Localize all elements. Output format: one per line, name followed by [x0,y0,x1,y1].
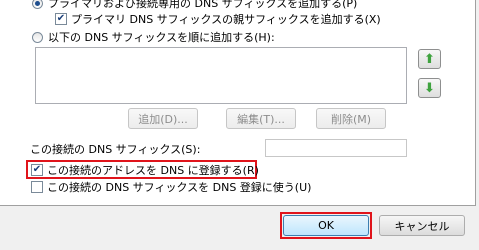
arrow-down-icon: ⬇ [424,80,435,96]
check-use-suffix[interactable]: この接続の DNS サフィックスを DNS 登録に使う(U) [31,180,311,194]
connection-suffix-label: この接続の DNS サフィックス(S): [30,142,200,156]
check-register-address-label: この接続のアドレスを DNS に登録する(R) [47,164,259,177]
checkbox-parent-suffix[interactable]: ✔ [55,13,67,25]
check-parent-suffix-label: プライマリ DNS サフィックスの親サフィックスを追加する(X) [71,13,381,26]
cancel-button[interactable]: キャンセル [379,215,465,236]
add-button[interactable]: 追加(D)... [128,108,198,129]
checkbox-register-address[interactable]: ✔ [31,164,43,176]
radio-button-selected[interactable] [32,0,43,9]
connection-suffix-label-text: この接続の DNS サフィックス(S): [30,143,201,156]
move-down-button[interactable]: ⬇ [418,78,441,98]
radio-custom-suffix-label: 以下の DNS サフィックスを順に追加する(H): [48,31,275,44]
radio-primary-suffix-label: プライマリおよび接続専用の DNS サフィックスを追加する(P) [48,0,358,10]
check-use-suffix-label: この接続の DNS サフィックスを DNS 登録に使う(U) [47,181,312,194]
dns-settings-panel: プライマリおよび接続専用の DNS サフィックスを追加する(P) ✔ プライマリ… [0,0,476,206]
move-up-button[interactable]: ⬆ [418,49,441,69]
radio-button-unselected[interactable] [32,31,43,43]
ok-button[interactable]: OK [283,215,369,236]
delete-button[interactable]: 削除(M) [316,108,386,129]
dns-suffix-list[interactable] [35,47,407,104]
checkbox-use-suffix[interactable] [31,181,43,193]
radio-custom-suffix[interactable]: 以下の DNS サフィックスを順に追加する(H): [32,30,275,44]
connection-suffix-input[interactable] [265,139,407,157]
check-register-address[interactable]: ✔ この接続のアドレスを DNS に登録する(R) [31,163,259,177]
edit-button[interactable]: 編集(T)... [226,108,296,129]
arrow-up-icon: ⬆ [424,51,435,67]
check-parent-suffix[interactable]: ✔ プライマリ DNS サフィックスの親サフィックスを追加する(X) [55,12,381,26]
radio-primary-suffix[interactable]: プライマリおよび接続専用の DNS サフィックスを追加する(P) [32,0,357,10]
